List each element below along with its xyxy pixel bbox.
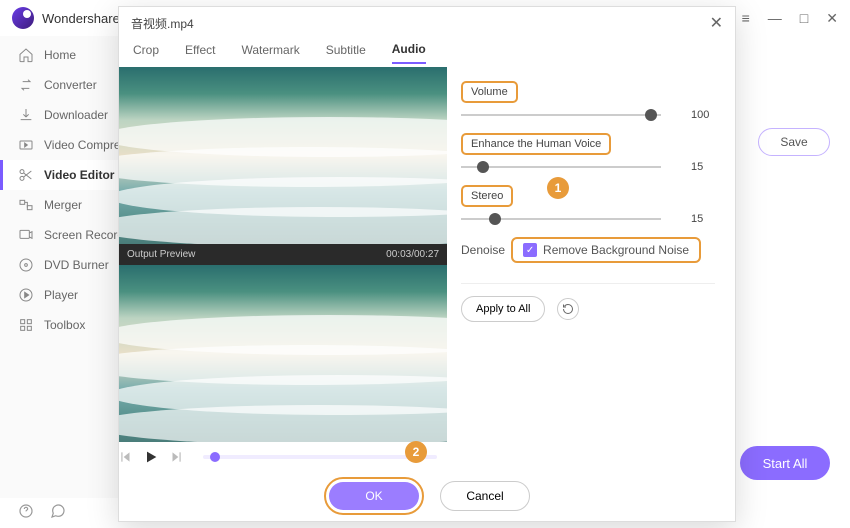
merge-icon: [18, 197, 34, 213]
grid-icon: [18, 317, 34, 333]
recorder-icon: [18, 227, 34, 243]
callout-2: 2: [405, 441, 427, 463]
volume-label: Volume: [461, 81, 518, 103]
audio-settings: Volume 100 Enhance the Human Voice 15 St…: [447, 67, 735, 471]
reset-icon[interactable]: [557, 298, 579, 320]
next-frame-icon[interactable]: [169, 450, 183, 464]
remove-noise-label: Remove Background Noise: [543, 243, 689, 257]
tab-audio[interactable]: Audio: [392, 42, 426, 64]
audio-settings-modal: 音视频.mp4 ✕ Crop Effect Watermark Subtitle…: [118, 6, 736, 522]
tab-subtitle[interactable]: Subtitle: [326, 43, 366, 63]
output-preview-label: Output Preview: [127, 249, 195, 260]
volume-slider[interactable]: [461, 114, 661, 116]
tab-effect[interactable]: Effect: [185, 43, 215, 63]
close-icon[interactable]: ✕: [826, 10, 838, 27]
ok-button[interactable]: OK: [329, 482, 419, 510]
output-preview: [119, 265, 447, 442]
play-icon: [18, 287, 34, 303]
app-logo-icon: [12, 7, 34, 29]
menu-icon[interactable]: ≡: [742, 10, 750, 27]
cancel-button[interactable]: Cancel: [440, 481, 530, 511]
modal-tabs: Crop Effect Watermark Subtitle Audio: [119, 39, 735, 67]
enhance-value: 15: [691, 161, 715, 173]
preview-time: 00:03/00:27: [386, 249, 439, 260]
compress-icon: [18, 137, 34, 153]
play-button-icon[interactable]: [143, 449, 159, 465]
scissors-icon: [18, 167, 34, 183]
start-all-button[interactable]: Start All: [740, 446, 830, 480]
enhance-slider[interactable]: [461, 166, 661, 168]
tab-watermark[interactable]: Watermark: [241, 43, 299, 63]
denoise-label: Denoise: [461, 243, 505, 257]
transport-controls: [119, 442, 447, 471]
stereo-slider[interactable]: [461, 218, 661, 220]
modal-footer: 2 OK Cancel: [119, 471, 735, 521]
stereo-label: Stereo: [461, 185, 513, 207]
home-icon: [18, 47, 34, 63]
enhance-label: Enhance the Human Voice: [461, 133, 611, 155]
progress-slider[interactable]: [203, 455, 437, 459]
modal-filename: 音视频.mp4: [131, 15, 194, 32]
source-preview: [119, 67, 447, 244]
tab-crop[interactable]: Crop: [133, 43, 159, 63]
maximize-icon[interactable]: □: [800, 10, 808, 27]
converter-icon: [18, 77, 34, 93]
app-name: Wondershare: [42, 11, 120, 26]
feedback-icon[interactable]: [50, 503, 66, 524]
minimize-icon[interactable]: —: [768, 10, 782, 27]
save-button[interactable]: Save: [758, 128, 830, 156]
download-icon: [18, 107, 34, 123]
remove-noise-option[interactable]: ✓ Remove Background Noise: [511, 237, 701, 263]
preview-column: Output Preview 00:03/00:27: [119, 67, 447, 471]
callout-1: 1: [547, 177, 569, 199]
help-icon[interactable]: [18, 503, 34, 524]
apply-to-all-button[interactable]: Apply to All: [461, 296, 545, 322]
checkbox-icon[interactable]: ✓: [523, 243, 537, 257]
volume-value: 100: [691, 109, 715, 121]
stereo-value: 15: [691, 213, 715, 225]
modal-close-icon[interactable]: ✕: [710, 13, 723, 33]
prev-frame-icon[interactable]: [119, 450, 133, 464]
disc-icon: [18, 257, 34, 273]
